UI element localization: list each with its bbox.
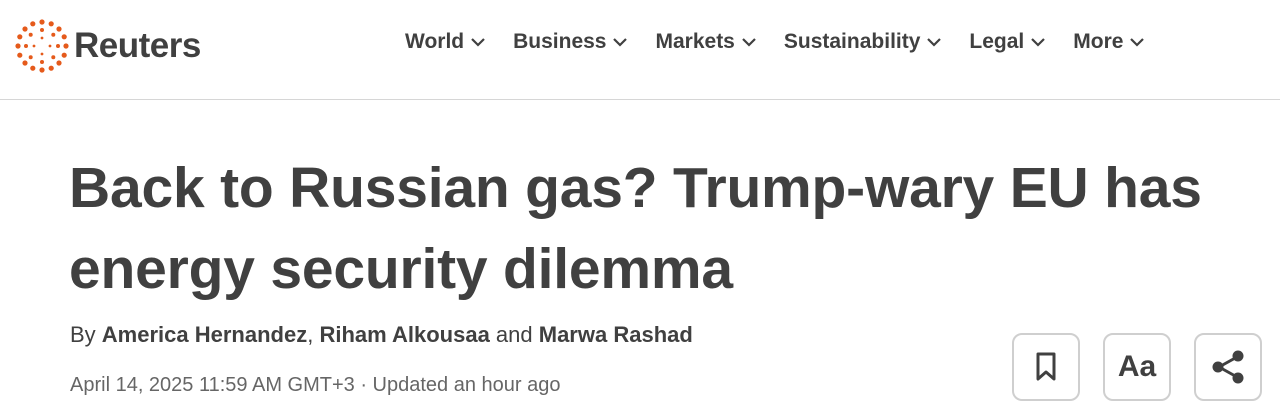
byline-separator: , (307, 322, 320, 347)
nav-item-label: Sustainability (783, 30, 921, 53)
article-dateline: April 14, 2025 11:59 AM GMT+3 · Updated … (70, 374, 561, 396)
nav-item-label: More (1073, 30, 1124, 53)
chevron-down-icon (471, 38, 485, 47)
reuters-logo-icon (15, 19, 69, 73)
text-size-button[interactable]: Aa (1103, 333, 1171, 401)
chevron-down-icon (1130, 38, 1145, 47)
share-icon (1212, 350, 1244, 384)
nav-item-world[interactable]: World (405, 30, 486, 54)
author-link-america-hernandez[interactable]: America Hernandez (102, 322, 307, 347)
main-nav: World Business Markets Sustainability Le… (405, 30, 1145, 54)
byline-prefix: By (70, 322, 102, 347)
nav-item-more[interactable]: More (1073, 30, 1145, 54)
author-link-marwa-rashad[interactable]: Marwa Rashad (539, 322, 693, 347)
headline-line-1: Back to Russian gas? Trump-wary EU has (69, 156, 1202, 220)
share-button[interactable] (1194, 333, 1262, 401)
text-size-label: Aa (1117, 350, 1157, 383)
chevron-down-icon (742, 38, 756, 47)
site-header: Reuters World Business Markets Sustainab… (0, 0, 1280, 100)
brand-name: Reuters (74, 26, 201, 65)
author-link-riham-alkousaa[interactable]: Riham Alkousaa (319, 322, 489, 347)
nav-item-markets[interactable]: Markets (655, 30, 756, 54)
chevron-down-icon (613, 38, 628, 47)
nav-item-sustainability[interactable]: Sustainability (784, 30, 943, 54)
bookmark-icon (1036, 352, 1056, 381)
chevron-down-icon (927, 38, 942, 47)
headline-line-2: energy security dilemma (69, 237, 733, 301)
bookmark-button[interactable] (1012, 333, 1080, 401)
article-headline: Back to Russian gas? Trump-wary EU has e… (69, 148, 1274, 310)
nav-item-label: Markets (655, 30, 735, 53)
nav-item-label: Legal (969, 30, 1025, 53)
article-byline: By America Hernandez, Riham Alkousaa and… (70, 322, 693, 348)
byline-separator: and (489, 322, 539, 347)
nav-item-label: Business (513, 30, 607, 53)
nav-item-business[interactable]: Business (513, 30, 628, 54)
nav-item-label: World (405, 30, 465, 53)
reuters-logo[interactable]: Reuters (14, 18, 201, 74)
nav-item-legal[interactable]: Legal (969, 30, 1046, 54)
chevron-down-icon (1031, 38, 1046, 47)
